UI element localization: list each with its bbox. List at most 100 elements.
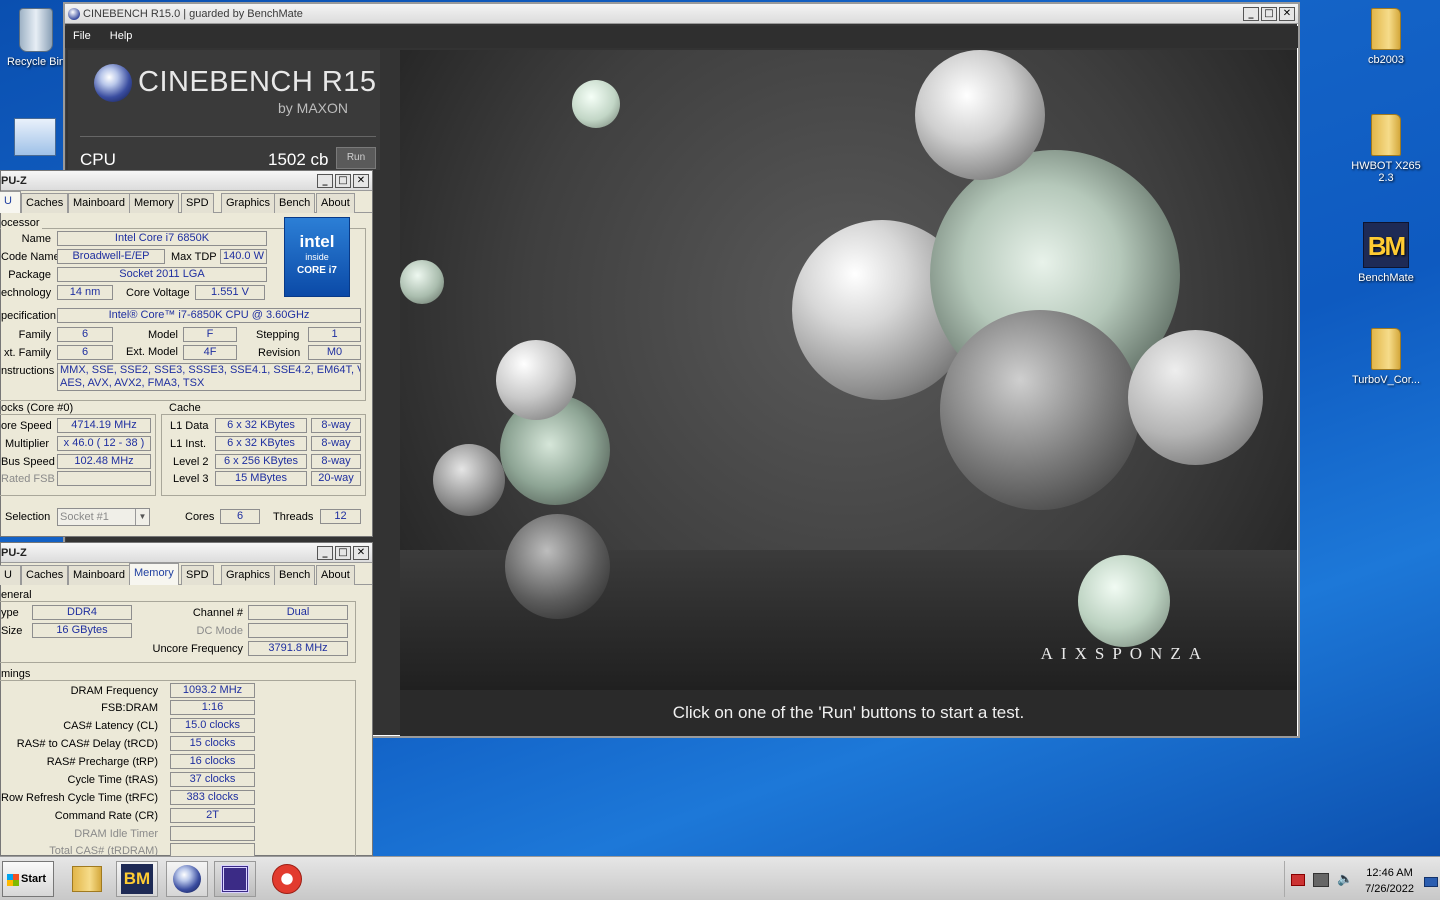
level3-size: 15 MBytes <box>215 471 307 486</box>
level2-label: Level 2 <box>173 456 209 468</box>
tab-memory[interactable]: Memory <box>129 193 179 213</box>
desktop-icon-label: HWBOT X265 2.3 <box>1351 160 1421 184</box>
taskbar-benchmate[interactable]: BM <box>116 861 158 897</box>
timing-label: RAS# to CAS# Delay (tRCD) <box>16 738 158 750</box>
package-value: Socket 2011 LGA <box>57 267 267 282</box>
cinebench-app-icon <box>68 8 80 20</box>
recycle-bin-icon <box>19 8 53 52</box>
folder-icon <box>1371 114 1401 156</box>
tab-caches[interactable]: Caches <box>21 565 69 585</box>
processor-group-label: ocessor <box>1 217 42 229</box>
flag-warning-icon[interactable] <box>1291 874 1305 886</box>
level3-label: Level 3 <box>173 473 209 485</box>
timing-label: Row Refresh Cycle Time (tRFC) <box>1 792 159 804</box>
menu-help[interactable]: Help <box>102 26 141 46</box>
start-label: Start <box>21 873 47 885</box>
cinebench-panel: CINEBENCH R15 by MAXON CPU 1502 cb Run <box>68 50 380 170</box>
timing-label: RAS# Precharge (tRP) <box>46 756 158 768</box>
package-label: Package <box>8 269 51 281</box>
settings-shortcut-icon[interactable] <box>14 118 56 156</box>
cpuz-cpu-window: PU-Z _ □ ✕ U Caches Mainboard Memory SPD… <box>0 170 373 537</box>
codename-value: Broadwell-E/EP <box>57 249 165 264</box>
tab-about[interactable]: About <box>316 565 355 585</box>
close-button[interactable]: ✕ <box>353 174 369 188</box>
tab-mainboard[interactable]: Mainboard <box>68 565 130 585</box>
minimize-button[interactable]: _ <box>317 546 333 560</box>
maximize-button[interactable]: □ <box>1261 7 1277 21</box>
uncore-frequency-value: 3791.8 MHz <box>248 641 348 656</box>
technology-label: echnology <box>1 287 52 299</box>
taskbar-cinebench[interactable] <box>166 861 208 897</box>
taskbar-cpuz[interactable] <box>214 861 256 897</box>
intel-logo-text: intel <box>299 232 335 251</box>
timing-label: FSB:DRAM <box>101 702 158 714</box>
dc-mode-value <box>248 623 348 638</box>
minimize-button[interactable]: _ <box>1243 7 1259 21</box>
ext-model-value: 4F <box>183 345 237 360</box>
tab-mainboard[interactable]: Mainboard <box>68 193 130 213</box>
volume-icon[interactable]: 🔈 <box>1337 871 1353 887</box>
tab-caches[interactable]: Caches <box>21 193 69 213</box>
multiplier-value: x 46.0 ( 12 - 38 ) <box>57 436 151 451</box>
family-value: 6 <box>57 327 113 342</box>
cinebench-titlebar[interactable]: CINEBENCH R15.0 | guarded by BenchMate _… <box>65 4 1298 24</box>
tab-graphics[interactable]: Graphics <box>221 565 276 585</box>
ext-family-label: xt. Family <box>3 347 51 359</box>
cores-label: Cores <box>185 511 215 523</box>
desktop-icon-cb2003[interactable]: cb2003 <box>1344 8 1428 66</box>
close-button[interactable]: ✕ <box>353 546 369 560</box>
desktop-icon-hwbot[interactable]: HWBOT X265 2.3 <box>1344 114 1428 184</box>
timing-label: DRAM Idle Timer <box>74 828 158 840</box>
instructions-line-2: AES, AVX, AVX2, FMA3, TSX <box>60 377 205 389</box>
model-label: Model <box>148 329 178 341</box>
benchmate-icon: BM <box>1363 222 1409 268</box>
socket-select[interactable]: Socket #1 ▼ <box>57 508 150 526</box>
cpuz-titlebar[interactable]: PU-Z _ □ ✕ <box>1 171 372 191</box>
tab-graphics[interactable]: Graphics <box>221 193 276 213</box>
run-cpu-button[interactable]: Run <box>336 147 376 169</box>
start-button[interactable]: Start <box>2 861 54 897</box>
channel-label: Channel # <box>192 607 243 619</box>
status-message: Click on one of the 'Run' buttons to sta… <box>400 690 1297 736</box>
stepping-value: 1 <box>308 327 361 342</box>
show-desktop-button[interactable] <box>1424 877 1438 887</box>
cpuz-titlebar[interactable]: PU-Z _ □ ✕ <box>1 543 372 563</box>
tab-about[interactable]: About <box>316 193 355 213</box>
maxtdp-label: Max TDP <box>171 251 217 263</box>
tab-bench[interactable]: Bench <box>274 193 316 213</box>
tab-spd[interactable]: SPD <box>181 565 214 585</box>
render-viewport: AIXSPONZA <box>400 50 1297 690</box>
minimize-button[interactable]: _ <box>317 174 333 188</box>
network-icon[interactable] <box>1313 873 1329 887</box>
taskbar-explorer[interactable] <box>66 861 108 897</box>
cinebench-logo-icon <box>94 64 132 102</box>
taskbar: Start BM 🔈 12:46 AM 7/26/2022 <box>0 856 1440 900</box>
cinebench-icon <box>173 865 201 893</box>
maximize-button[interactable]: □ <box>335 174 351 188</box>
maximize-button[interactable]: □ <box>335 546 351 560</box>
intel-core-text: CORE i7 <box>296 265 337 276</box>
taskbar-shutdown[interactable] <box>266 861 308 897</box>
menu-bar: File Help <box>65 26 1298 48</box>
l1-inst-label: L1 Inst. <box>170 438 207 450</box>
timing-value: 383 clocks <box>170 790 255 805</box>
uncore-frequency-label: Uncore Frequency <box>152 643 244 655</box>
tab-memory[interactable]: Memory <box>129 563 179 585</box>
tab-cpu[interactable]: U <box>0 565 21 585</box>
aixsponza-brand: AIXSPONZA <box>1040 644 1209 663</box>
level2-size: 6 x 256 KBytes <box>215 454 307 469</box>
desktop-icon-benchmate[interactable]: BM BenchMate <box>1344 222 1428 284</box>
core-voltage-label: Core Voltage <box>126 287 190 299</box>
cinebench-logo-by: by MAXON <box>278 100 349 116</box>
cpu-score: 1502 cb <box>268 150 329 169</box>
revision-label: Revision <box>258 347 301 359</box>
l1-data-size: 6 x 32 KBytes <box>215 418 307 433</box>
close-button[interactable]: ✕ <box>1279 7 1295 21</box>
specification-value: Intel® Core™ i7-6850K CPU @ 3.60GHz <box>57 308 361 323</box>
tab-spd[interactable]: SPD <box>181 193 214 213</box>
menu-file[interactable]: File <box>65 26 99 46</box>
desktop-icon-turbov[interactable]: TurboV_Cor... <box>1344 328 1428 386</box>
tab-cpu[interactable]: U <box>0 191 21 213</box>
tab-bench[interactable]: Bench <box>274 565 316 585</box>
clock[interactable]: 12:46 AM 7/26/2022 <box>1365 865 1414 897</box>
